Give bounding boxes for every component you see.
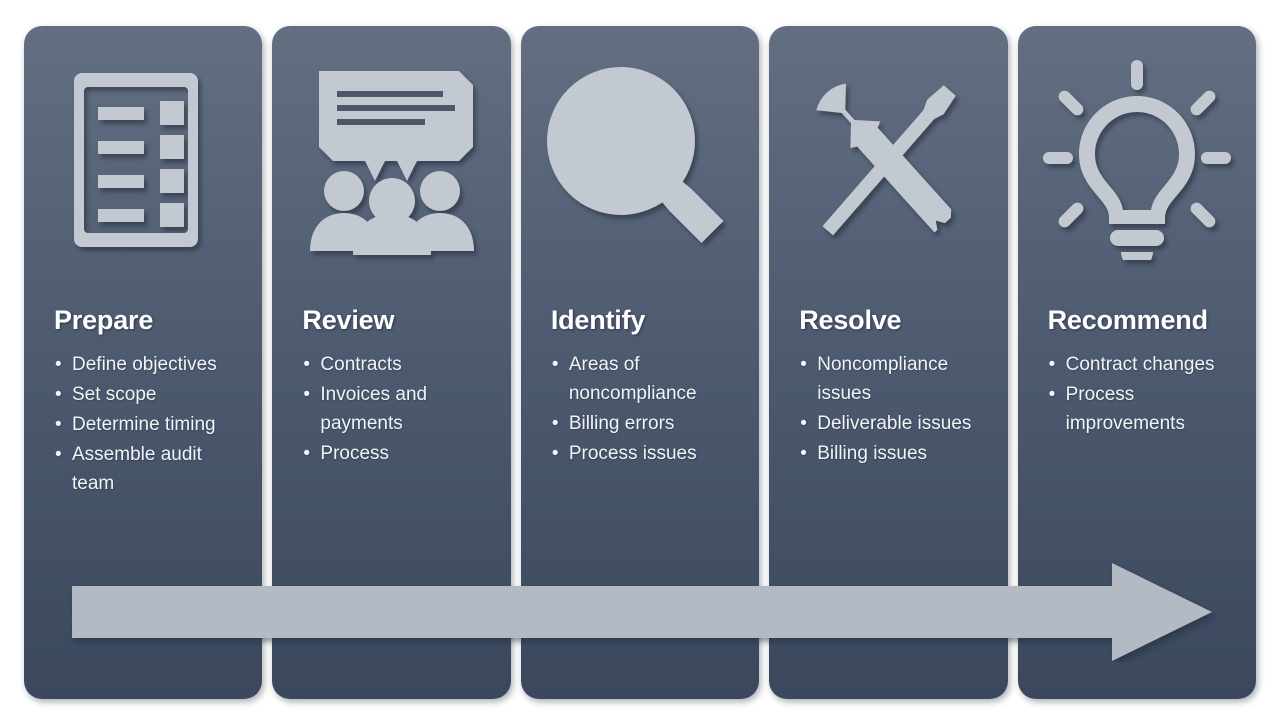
process-step-card-resolve[interactable]: Resolve Noncompliance issues Deliverable… [769,26,1008,699]
step-bullet-list: Contract changes Process improvements [1048,350,1240,438]
checklist-icon [24,26,262,294]
step-bullet-list: Define objectives Set scope Determine ti… [54,350,246,498]
list-item: Billing issues [799,439,991,468]
process-step-card-recommend[interactable]: Recommend Contract changes Process impro… [1017,26,1257,699]
list-item: Invoices and payments [302,380,494,438]
step-bullet-list: Contracts Invoices and payments Process [302,350,494,468]
process-infographic-slide: Prepare Define objectives Set scope Dete… [0,0,1280,720]
list-item: Process [302,439,494,468]
process-steps-row: Prepare Define objectives Set scope Dete… [24,26,1257,699]
list-item: Determine timing [54,410,246,439]
step-bullet-list: Noncompliance issues Deliverable issues … [799,350,991,468]
list-item: Contract changes [1048,350,1240,379]
process-step-card-review[interactable]: Review Contracts Invoices and payments P… [272,26,511,699]
discussion-group-icon [272,26,510,294]
step-text-block: Review Contracts Invoices and payments P… [272,304,510,469]
step-title: Recommend [1047,305,1208,335]
step-text-block: Resolve Noncompliance issues Deliverable… [769,304,1007,469]
step-text-block: Identify Areas of noncompliance Billing … [521,304,759,469]
list-item: Process issues [551,439,743,468]
list-item: Deliverable issues [799,409,991,438]
step-title: Prepare [54,305,154,335]
lightbulb-icon [1018,26,1256,294]
tools-wrench-screwdriver-icon [769,26,1007,294]
step-title: Review [302,305,395,335]
process-step-card-prepare[interactable]: Prepare Define objectives Set scope Dete… [24,26,263,699]
step-title: Resolve [799,305,902,335]
step-title: Identify [550,305,646,335]
list-item: Assemble audit team [54,440,246,498]
process-step-card-identify[interactable]: Identify Areas of noncompliance Billing … [520,26,760,699]
list-item: Contracts [302,350,494,379]
step-bullet-list: Areas of noncompliance Billing errors Pr… [551,350,743,468]
list-item: Areas of noncompliance [551,350,743,408]
step-text-block: Prepare Define objectives Set scope Dete… [24,304,262,499]
list-item: Set scope [54,380,246,409]
list-item: Define objectives [54,350,246,379]
list-item: Billing errors [551,409,743,438]
magnifying-glass-icon [521,26,759,294]
step-text-block: Recommend Contract changes Process impro… [1018,304,1256,439]
list-item: Process improvements [1048,380,1240,438]
list-item: Noncompliance issues [799,350,991,408]
